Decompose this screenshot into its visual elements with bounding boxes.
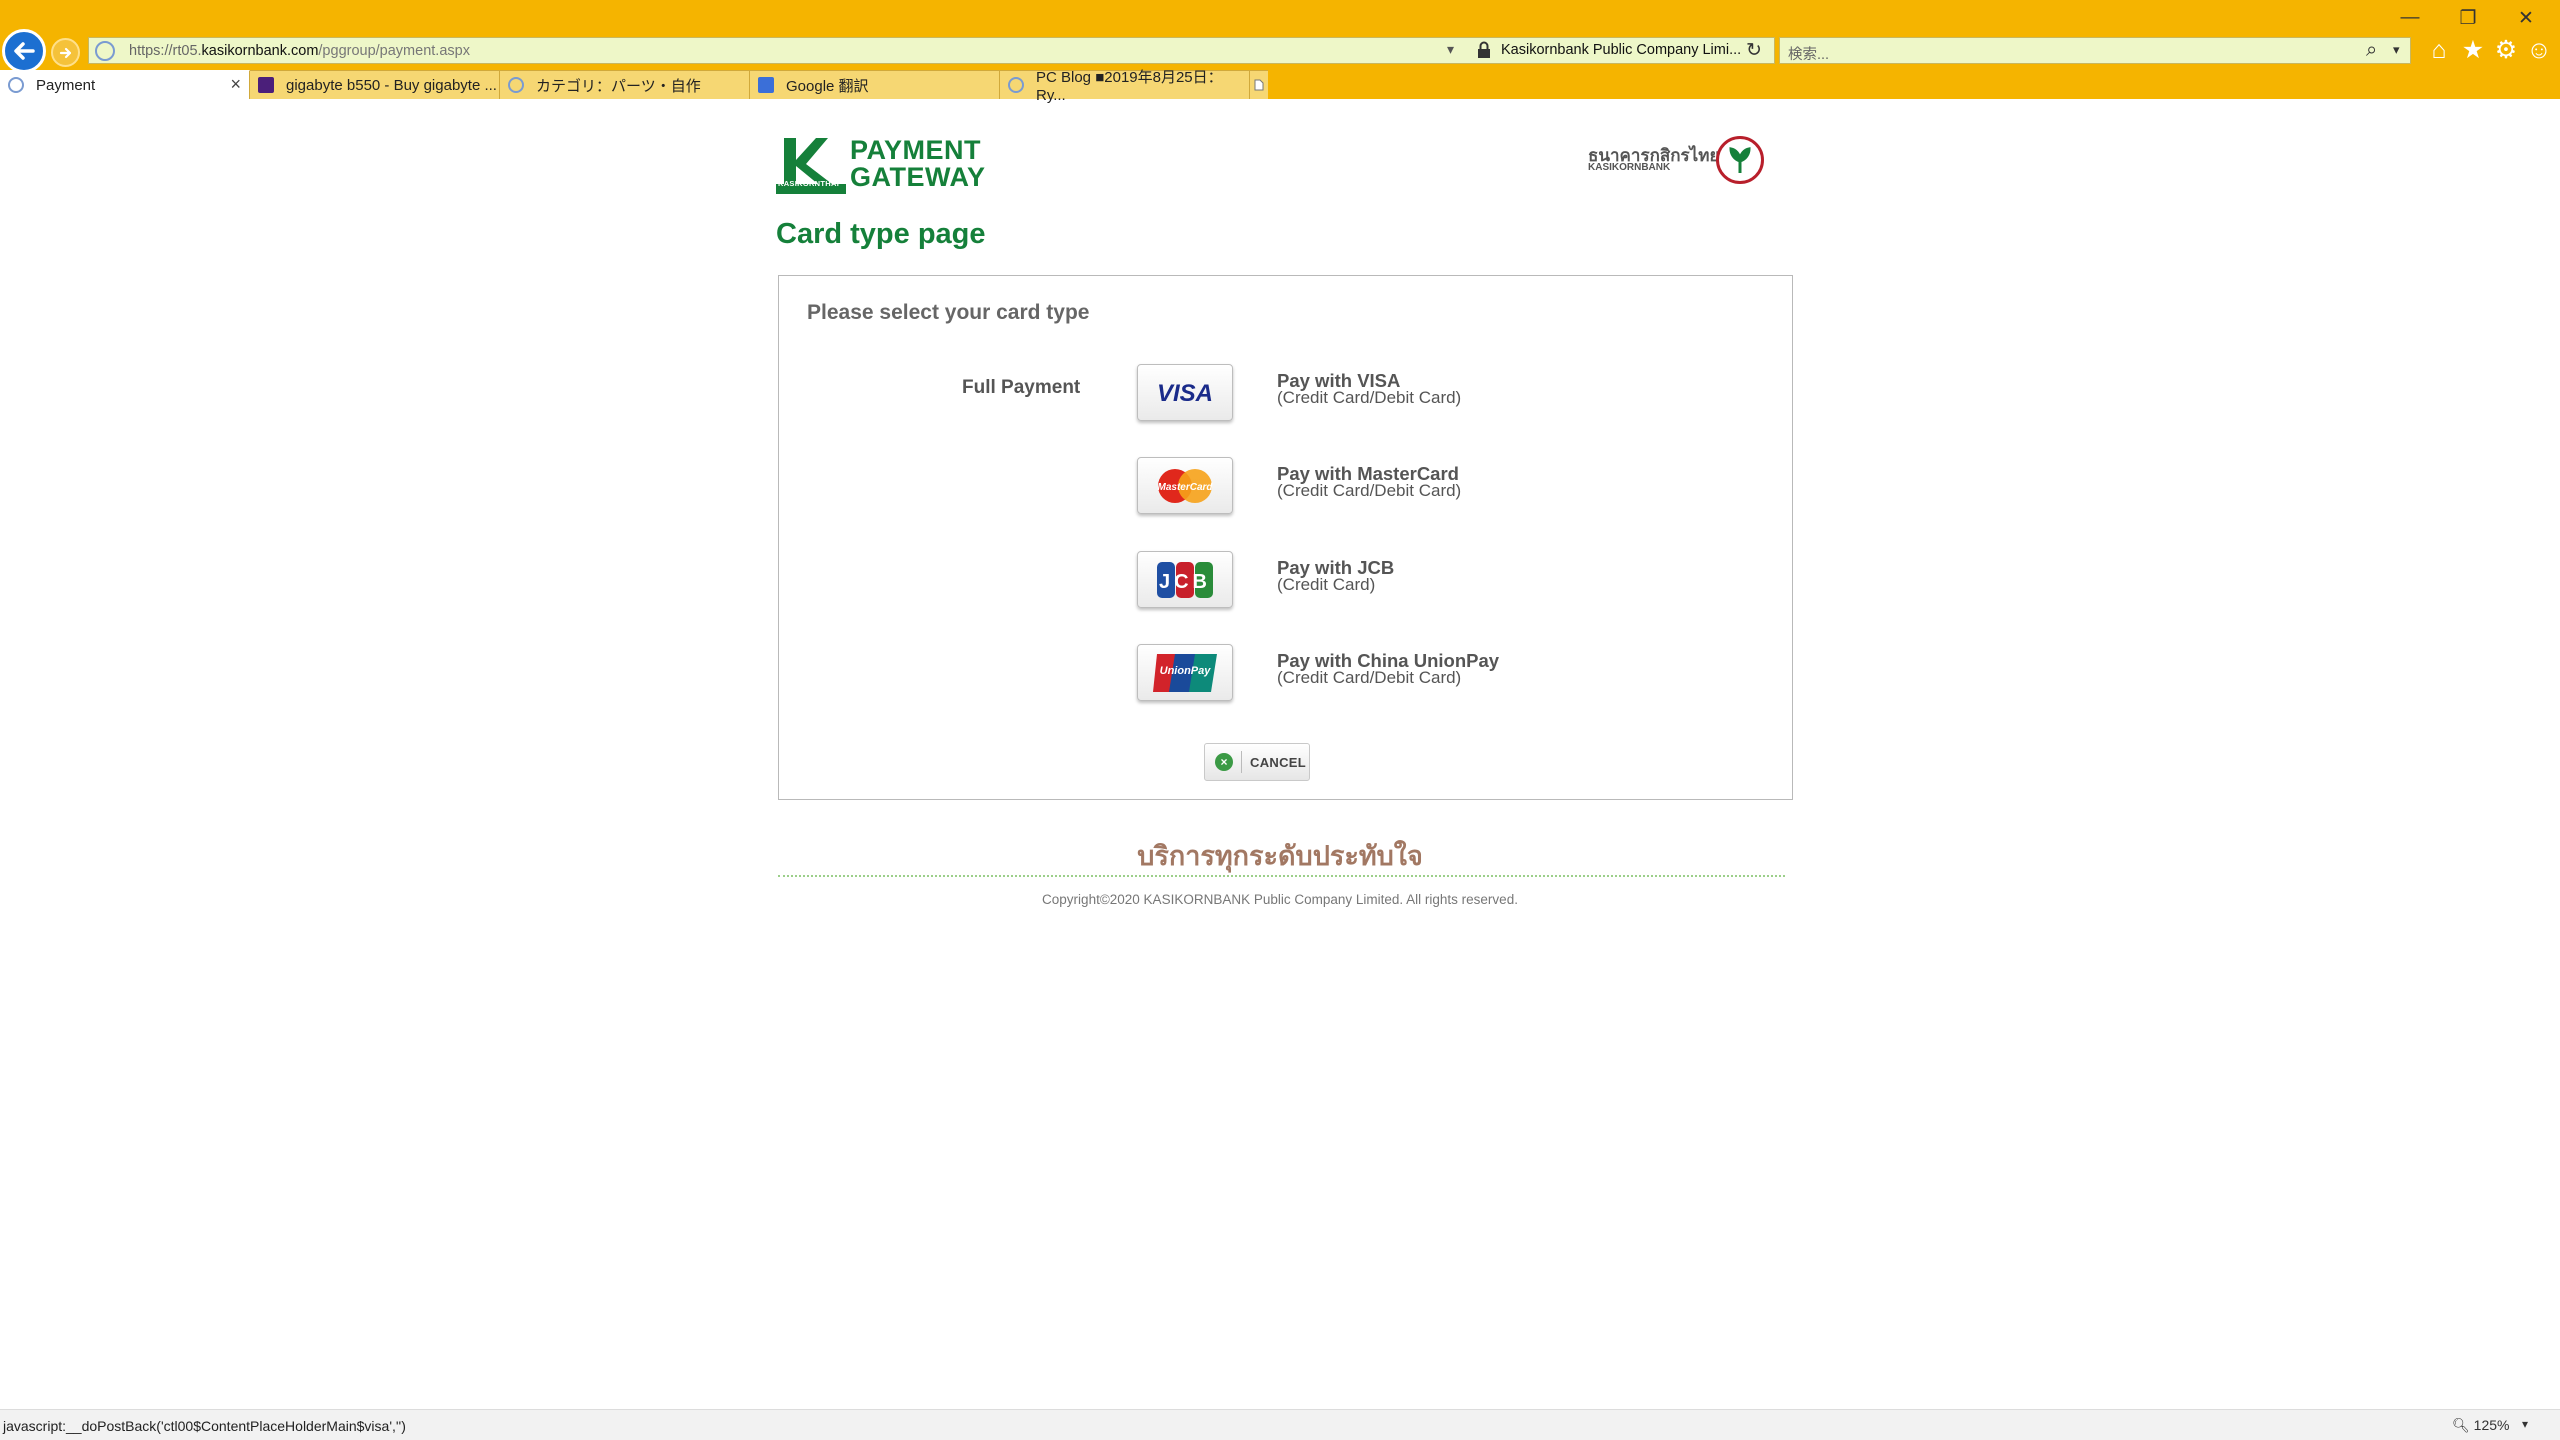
tab-pc-blog[interactable]: PC Blog ■2019年8月25日：Ry...	[1000, 69, 1250, 104]
jcb-logo-text: JCB	[1159, 571, 1211, 593]
address-bar[interactable]: https://rt05. kasikornbank.com /pggroup/…	[88, 37, 1775, 64]
unionpay-logo-text: UnionPay	[1160, 665, 1212, 677]
card-subtitle: (Credit Card)	[1277, 575, 1376, 594]
address-dropdown-icon[interactable]: ▾	[1447, 41, 1454, 58]
tab-label: Payment	[36, 76, 96, 94]
mastercard-logo-icon: MasterCard	[1157, 468, 1213, 503]
rice-plant-icon	[1729, 147, 1751, 173]
tab-page-icon	[8, 77, 24, 93]
payment-gateway-wordmark: PAYMENT GATEWAY	[850, 137, 986, 191]
tab-site-icon	[258, 77, 274, 93]
browser-chrome: — ❐ ✕ https://rt05. kasikornbank.com /pg…	[0, 0, 2560, 104]
new-tab-icon	[1254, 79, 1264, 91]
tab-category[interactable]: カテゴリ：パーツ・自作	[500, 70, 750, 99]
logo-line-1: PAYMENT	[850, 135, 982, 165]
tab-gigabyte[interactable]: gigabyte b550 - Buy gigabyte ...	[250, 70, 500, 99]
visa-logo-icon: VISA	[1157, 380, 1213, 407]
close-window-button[interactable]: ✕	[2500, 4, 2552, 32]
search-icon[interactable]: ⌕	[2366, 39, 2377, 62]
refresh-icon[interactable]: ↻	[1746, 39, 1762, 62]
slogan: บริการทุกระดับประทับใจ	[1137, 841, 1423, 872]
feedback-smiley-icon[interactable]: ☺	[2524, 35, 2554, 65]
tab-label: カテゴリ：パーツ・自作	[536, 77, 701, 95]
tab-page-icon	[508, 77, 524, 93]
close-tab-icon[interactable]: ×	[230, 74, 241, 95]
jcb-button[interactable]: JCB	[1137, 551, 1233, 608]
restore-button[interactable]: ❐	[2442, 4, 2494, 32]
cancel-label: CANCEL	[1250, 754, 1306, 770]
search-dropdown-icon[interactable]: ▾	[2393, 42, 2400, 58]
logo-small-text: KASIKORNTHAI	[778, 179, 840, 188]
footer-divider	[778, 875, 1785, 877]
card-option-jcb: JCB Pay with JCB (Credit Card)	[1137, 551, 1697, 609]
arrow-right-icon	[59, 47, 71, 58]
card-type-panel: Please select your card type Full Paymen…	[778, 275, 1793, 800]
mastercard-logo-text: MasterCard	[1157, 482, 1213, 493]
url-path: /pggroup/payment.aspx	[318, 42, 470, 59]
minimize-button[interactable]: —	[2384, 4, 2436, 32]
settings-gear-icon[interactable]: ⚙	[2491, 35, 2521, 65]
url-domain: kasikornbank.com	[201, 42, 319, 59]
forward-button[interactable]	[51, 38, 80, 67]
tab-page-icon	[1008, 77, 1024, 93]
lock-icon[interactable]	[1477, 41, 1491, 59]
card-option-visa: VISA Pay with VISA (Credit Card/Debit Ca…	[1137, 364, 1697, 422]
favorites-star-icon[interactable]: ★	[2458, 35, 2488, 65]
copyright: Copyright©2020 KASIKORNBANK Public Compa…	[1042, 892, 1518, 907]
card-subtitle: (Credit Card/Debit Card)	[1277, 481, 1462, 500]
arrow-left-icon	[14, 42, 35, 60]
tab-google-translate[interactable]: Google 翻訳	[750, 70, 1000, 99]
zoom-magnifier-icon: 🔍︎	[2452, 1417, 2470, 1433]
mastercard-button[interactable]: MasterCard	[1137, 457, 1233, 514]
status-text: javascript:__doPostBack('ctl00$ContentPl…	[3, 1418, 406, 1434]
kbank-emblem-icon	[1716, 136, 1764, 184]
status-bar: javascript:__doPostBack('ctl00$ContentPl…	[0, 1409, 2560, 1440]
card-subtitle: (Credit Card/Debit Card)	[1277, 388, 1462, 407]
page-icon	[95, 40, 115, 61]
unionpay-logo-icon: UnionPay	[1153, 653, 1217, 692]
tab-payment[interactable]: Payment ×	[0, 70, 250, 99]
card-option-mastercard: MasterCard Pay with MasterCard (Credit C…	[1137, 457, 1697, 515]
cancel-separator	[1241, 751, 1242, 773]
logo-line-2: GATEWAY	[850, 162, 986, 192]
panel-heading: Please select your card type	[807, 301, 1090, 324]
search-placeholder: 検索...	[1788, 47, 1830, 63]
zoom-value: 125%	[2473, 1417, 2510, 1433]
back-button[interactable]	[2, 29, 46, 73]
home-icon[interactable]: ⌂	[2424, 35, 2454, 65]
visa-button[interactable]: VISA	[1137, 364, 1233, 421]
tab-label: PC Blog ■2019年8月25日：Ry...	[1036, 69, 1223, 104]
card-option-unionpay: UnionPay Pay with China UnionPay (Credit…	[1137, 644, 1697, 702]
full-payment-label: Full Payment	[962, 377, 1081, 398]
visa-logo-text: VISA	[1157, 380, 1213, 407]
site-identity[interactable]: Kasikornbank Public Company Limi...	[1501, 42, 1741, 58]
card-subtitle: (Credit Card/Debit Card)	[1277, 668, 1462, 687]
zoom-level[interactable]: 🔍︎ 125%	[2452, 1417, 2509, 1434]
cancel-button[interactable]: × CANCEL	[1204, 743, 1310, 781]
cancel-x-icon: ×	[1215, 753, 1233, 771]
url-prefix: https://rt05.	[129, 42, 202, 59]
search-box[interactable]: 検索... ⌕ ▾	[1779, 37, 2411, 64]
page-title: Card type page	[776, 218, 986, 250]
tab-label: gigabyte b550 - Buy gigabyte ...	[286, 76, 497, 94]
zoom-dropdown-icon[interactable]: ▾	[2522, 1417, 2528, 1431]
tab-strip: Payment × gigabyte b550 - Buy gigabyte .…	[0, 69, 1280, 104]
google-translate-icon	[758, 77, 774, 93]
jcb-logo-icon: JCB	[1157, 561, 1213, 598]
new-tab-button[interactable]	[1250, 70, 1268, 99]
unionpay-button[interactable]: UnionPay	[1137, 644, 1233, 701]
tab-label: Google 翻訳	[786, 77, 869, 95]
bank-name-english: KASIKORNBANK	[1588, 162, 1671, 173]
